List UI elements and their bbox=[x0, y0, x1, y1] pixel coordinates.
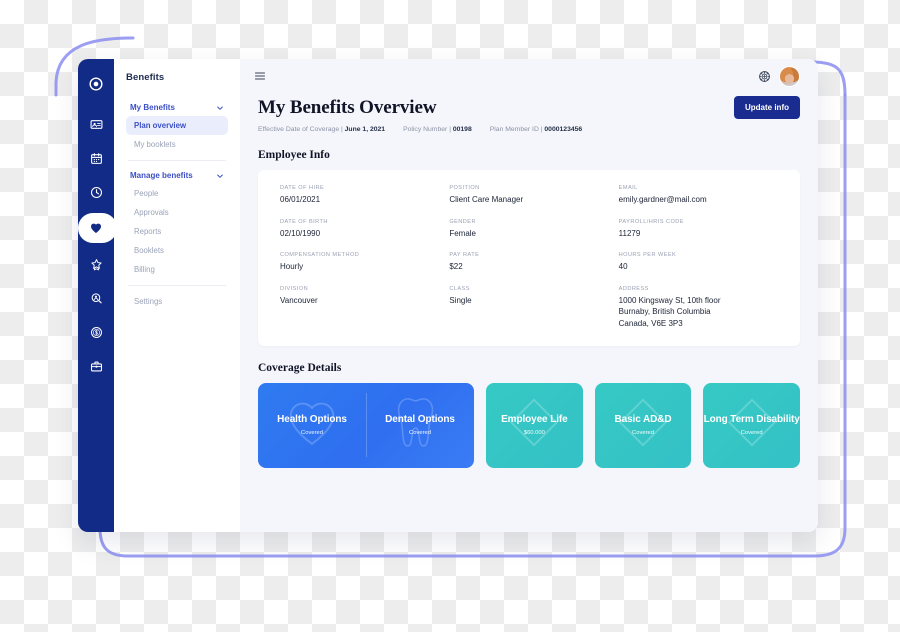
sidebar-item-billing[interactable]: Billing bbox=[126, 260, 228, 279]
briefcase-icon[interactable] bbox=[83, 353, 109, 379]
card-body: Long Term Disability Covered bbox=[703, 383, 800, 468]
calendar-icon[interactable] bbox=[83, 145, 109, 171]
field-division: DIVISION Vancouver bbox=[280, 285, 318, 305]
sidebar-item-plan-overview[interactable]: Plan overview bbox=[126, 116, 228, 135]
coverage-card-long-term-disability[interactable]: Long Term Disability Covered bbox=[703, 382, 801, 468]
sidebar-item-approvals[interactable]: Approvals bbox=[126, 203, 228, 222]
field-email: EMAIL emily.gardner@mail.com bbox=[618, 185, 707, 204]
employee-info-heading: Employee Info bbox=[258, 149, 330, 161]
sidebar-item-reports[interactable]: Reports bbox=[126, 222, 228, 241]
coverage-card-dental-options[interactable]: Dental Options Covered bbox=[366, 383, 474, 468]
nav-panel: Benefits My Benefits Plan overview My bo… bbox=[114, 59, 240, 532]
coverage-meta: Effective Date of Coverage | June 1, 202… bbox=[258, 126, 800, 133]
meta-effective-date: Effective Date of Coverage | June 1, 202… bbox=[258, 126, 386, 133]
card-status: Covered bbox=[301, 430, 323, 437]
meta-plan-member-id: Plan Member ID | 0000123456 bbox=[489, 126, 583, 133]
card-title: Employee Life bbox=[501, 413, 568, 425]
update-info-button[interactable]: Update info bbox=[734, 96, 800, 119]
card-title: Dental Options bbox=[385, 413, 455, 425]
page-title: My Benefits Overview bbox=[258, 96, 437, 118]
card-status: Covered bbox=[632, 430, 654, 437]
card-body: Employee Life $60.000 bbox=[486, 383, 583, 468]
user-search-icon[interactable] bbox=[83, 285, 109, 311]
sidebar-item-settings[interactable]: Settings bbox=[126, 292, 228, 311]
page-content: My Benefits Overview Update info Effecti… bbox=[240, 93, 818, 532]
meta-policy-number: Policy Number | 00198 bbox=[403, 126, 472, 133]
coverage-card-basic-adnd[interactable]: Basic AD&D Covered bbox=[594, 382, 692, 468]
employee-info-card: DATE OF HIRE 06/01/2021 POSITION Client … bbox=[258, 170, 800, 346]
sidebar-item-people[interactable]: People bbox=[126, 184, 228, 203]
field-payroll-hris-code: PAYROLL/HRIS CODE 11279 bbox=[618, 218, 684, 238]
icon-rail bbox=[78, 59, 114, 532]
card-status: Covered bbox=[409, 430, 431, 437]
field-position: POSITION Client Care Manager bbox=[449, 185, 524, 204]
app-window: Benefits My Benefits Plan overview My bo… bbox=[78, 59, 818, 532]
coverage-cards: Health Options Covered Dental Options Co… bbox=[258, 382, 801, 468]
chevron-down-icon bbox=[216, 172, 224, 180]
badge-star-icon[interactable] bbox=[83, 251, 109, 277]
field-date-of-hire: DATE OF HIRE 06/01/2021 bbox=[280, 185, 325, 204]
card-title: Basic AD&D bbox=[614, 413, 672, 425]
nav-divider-1 bbox=[128, 160, 226, 161]
page-header: My Benefits Overview Update info bbox=[258, 96, 800, 119]
field-pay-rate: PAY RATE $22 bbox=[449, 252, 480, 272]
hamburger-menu-icon[interactable] bbox=[254, 70, 266, 82]
card-status: $60.000 bbox=[523, 430, 545, 437]
sidebar-item-my-booklets[interactable]: My booklets bbox=[126, 135, 228, 154]
coverage-details-heading: Coverage Details bbox=[258, 361, 342, 374]
field-gender: GENDER Female bbox=[449, 218, 477, 238]
nav-group-manage-benefits[interactable]: Manage benefits bbox=[126, 167, 228, 184]
heart-icon[interactable] bbox=[78, 213, 114, 243]
nav-group-label: Manage benefits bbox=[130, 171, 193, 180]
field-address: ADDRESS 1000 Kingsway St, 10th floor Bur… bbox=[618, 285, 721, 328]
topbar bbox=[240, 59, 818, 93]
id-card-icon[interactable] bbox=[83, 111, 109, 137]
card-body: Basic AD&D Covered bbox=[595, 383, 692, 468]
logo-circle-icon[interactable] bbox=[83, 71, 109, 97]
coverage-card-combined-health-dental[interactable]: Health Options Covered Dental Options Co… bbox=[258, 382, 474, 468]
card-title: Health Options bbox=[277, 413, 347, 425]
nav-group-my-benefits[interactable]: My Benefits bbox=[126, 99, 228, 116]
gear-icon[interactable] bbox=[758, 70, 771, 83]
dollar-circle-icon[interactable] bbox=[83, 319, 109, 345]
chevron-down-icon bbox=[216, 104, 224, 112]
field-hours-per-week: HOURS PER WEEK 40 bbox=[618, 252, 677, 272]
clock-icon[interactable] bbox=[83, 179, 109, 205]
topbar-actions bbox=[758, 65, 800, 87]
nav-group-label: My Benefits bbox=[130, 103, 175, 112]
card-title: Long Term Disability bbox=[703, 413, 800, 425]
main-area: My Benefits Overview Update info Effecti… bbox=[240, 59, 818, 532]
card-status: Covered bbox=[740, 430, 763, 437]
user-avatar[interactable] bbox=[779, 65, 800, 87]
coverage-card-employee-life[interactable]: Employee Life $60.000 bbox=[486, 382, 583, 468]
coverage-card-health-options[interactable]: Health Options Covered bbox=[258, 383, 366, 468]
field-date-of-birth: DATE OF BIRTH 02/10/1990 bbox=[280, 218, 328, 238]
nav-divider-2 bbox=[128, 285, 226, 286]
field-compensation-method: COMPENSATION METHOD Hourly bbox=[280, 252, 360, 272]
nav-title: Benefits bbox=[126, 72, 165, 83]
sidebar-item-booklets[interactable]: Booklets bbox=[126, 241, 228, 260]
field-class: CLASS Single bbox=[449, 285, 472, 305]
